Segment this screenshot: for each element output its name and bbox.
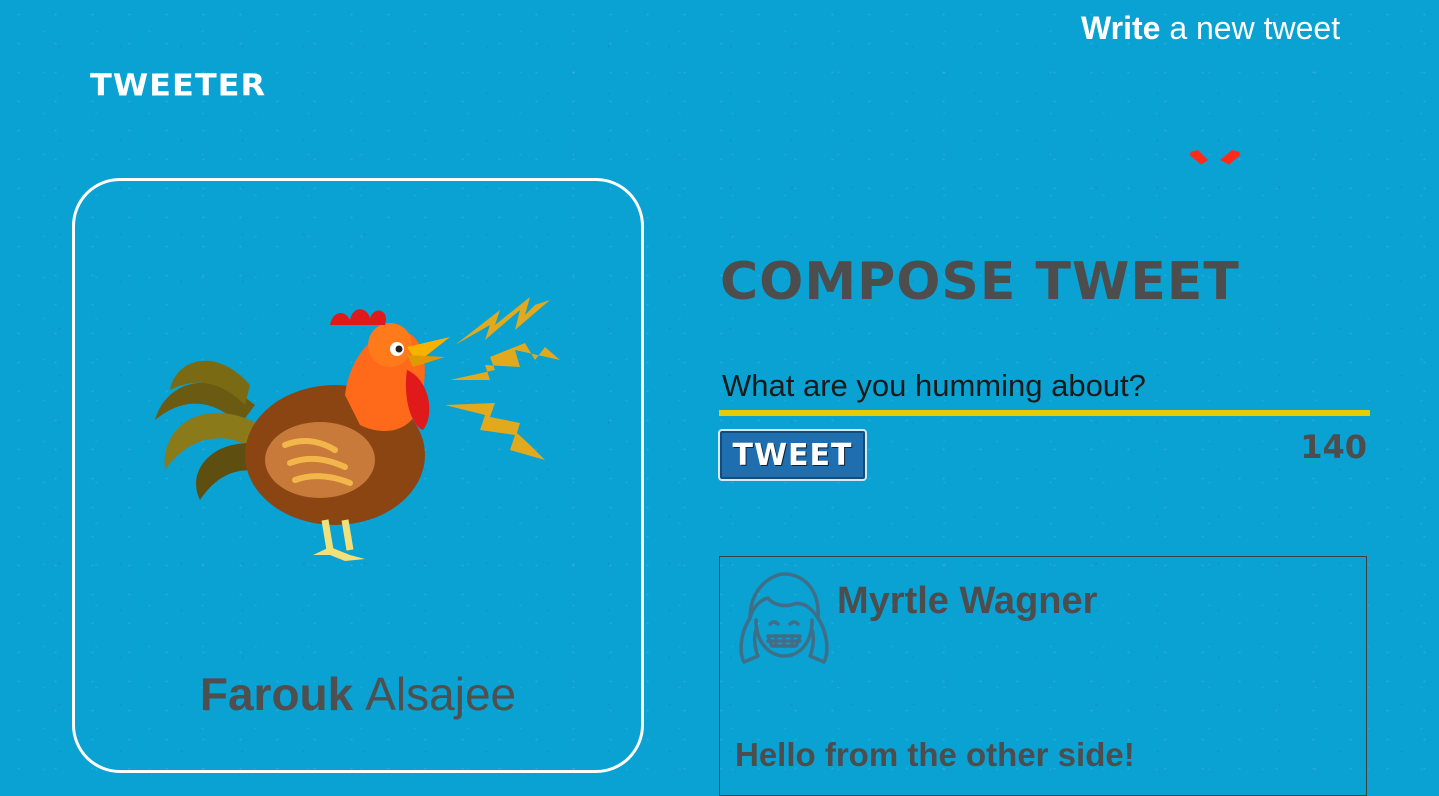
tweet-text: Hello from the other side! [735,736,1135,773]
compose-title: COMPOSE TWEET [720,252,1240,312]
write-label-rest: a new tweet [1169,10,1341,46]
write-label-bold: Write [1081,10,1161,46]
girl-avatar-icon [739,572,829,664]
chevron-down-icon[interactable] [1188,150,1242,170]
tweet-author: Myrtle Wagner [837,580,1098,622]
brand-logo[interactable]: TWEETER [90,67,266,103]
write-new-tweet-link[interactable]: Write a new tweet [1081,10,1340,47]
character-counter: 140 [1300,428,1367,466]
profile-last-name: Alsajee [365,668,517,720]
profile-name: Farouk Alsajee [72,667,644,721]
rooster-icon [155,297,560,561]
profile-first-name: Farouk [199,668,354,720]
tweet-button[interactable]: TWEET [718,429,867,481]
tweet-input[interactable] [719,362,1370,416]
